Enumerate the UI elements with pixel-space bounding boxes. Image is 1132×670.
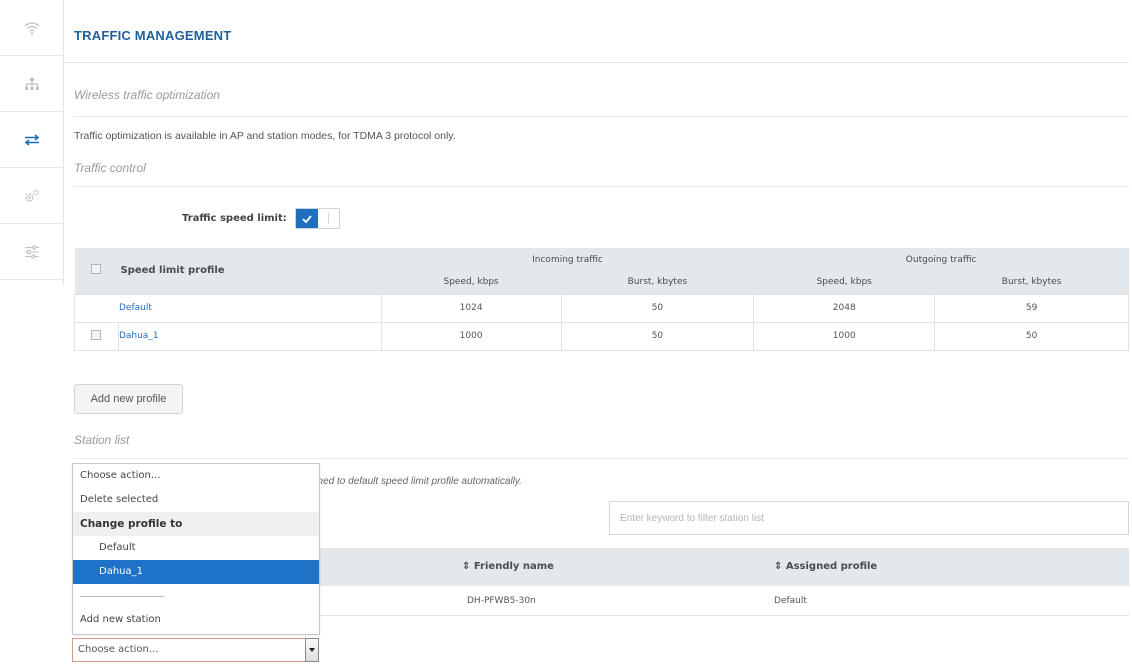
col-incoming-burst: Burst, kbytes bbox=[561, 271, 754, 294]
option-separator bbox=[73, 584, 319, 608]
station-filter-input[interactable] bbox=[609, 501, 1129, 535]
outgoing-speed-cell: 2048 bbox=[753, 293, 936, 323]
option-delete-selected[interactable]: Delete selected bbox=[73, 488, 319, 512]
speed-limit-row: Traffic speed limit: bbox=[182, 208, 340, 229]
col-incoming-speed: Speed, kbps bbox=[381, 271, 562, 294]
col-speed-limit-profile: Speed limit profile bbox=[118, 248, 382, 294]
table-row: Dahua_1 1000 50 1000 50 bbox=[74, 321, 1129, 351]
section-divider bbox=[74, 186, 1129, 187]
profile-name-link[interactable]: Dahua_1 bbox=[117, 321, 382, 351]
option-profile-default[interactable]: Default bbox=[73, 536, 319, 560]
sliders-icon bbox=[24, 245, 39, 258]
wifi-icon bbox=[24, 21, 39, 34]
action-select[interactable]: Choose action... bbox=[72, 638, 306, 662]
select-arrow-button[interactable] bbox=[305, 638, 319, 662]
sidebar-item-traffic[interactable] bbox=[0, 112, 63, 168]
sidebar-item-settings[interactable] bbox=[0, 168, 63, 224]
col-friendly-name[interactable]: ⇕ Friendly name bbox=[462, 561, 554, 572]
add-new-profile-button[interactable]: Add new profile bbox=[74, 384, 183, 414]
station-assigned-profile: Default bbox=[774, 596, 807, 606]
icon-sidebar bbox=[0, 0, 64, 285]
row-checkbox-cell bbox=[74, 321, 119, 351]
station-friendly-name: DH-PFWB5-30n bbox=[467, 596, 536, 606]
check-icon bbox=[302, 214, 312, 223]
profile-name-link[interactable]: Default bbox=[74, 293, 382, 323]
col-outgoing-traffic: Outgoing traffic bbox=[753, 248, 1129, 271]
outgoing-burst-cell: 59 bbox=[934, 293, 1129, 323]
action-dropdown-list: Choose action... Delete selected Change … bbox=[72, 463, 320, 635]
option-choose-action[interactable]: Choose action... bbox=[73, 464, 319, 488]
sidebar-item-topology[interactable] bbox=[0, 56, 63, 112]
settings-gears-icon bbox=[24, 189, 39, 202]
incoming-speed-cell: 1000 bbox=[380, 321, 562, 351]
title-divider bbox=[64, 62, 1129, 63]
outgoing-speed-cell: 1000 bbox=[753, 321, 936, 351]
col-incoming-traffic: Incoming traffic bbox=[381, 248, 754, 271]
section-traffic-control-heading: Traffic control bbox=[74, 161, 146, 175]
col-outgoing-speed: Speed, kbps bbox=[753, 271, 935, 294]
page-title: TRAFFIC MANAGEMENT bbox=[74, 28, 232, 43]
info-text: Traffic optimization is available in AP … bbox=[74, 130, 456, 142]
select-all-cell bbox=[74, 248, 119, 294]
section-divider bbox=[74, 116, 1129, 117]
incoming-speed-cell: 1024 bbox=[380, 293, 562, 323]
select-all-checkbox[interactable] bbox=[91, 264, 102, 275]
outgoing-burst-cell: 50 bbox=[934, 321, 1129, 351]
chevron-down-icon bbox=[309, 648, 315, 652]
traffic-arrows-icon bbox=[24, 133, 39, 146]
section-divider bbox=[74, 458, 1129, 459]
toggle-on-state bbox=[295, 209, 318, 228]
col-assigned-profile[interactable]: ⇕ Assigned profile bbox=[774, 561, 877, 572]
topology-icon bbox=[24, 77, 39, 90]
speed-profiles-table: Speed limit profile Incoming traffic Out… bbox=[74, 248, 1129, 351]
option-add-new-station[interactable]: Add new station bbox=[73, 608, 319, 632]
speed-limit-label: Traffic speed limit: bbox=[182, 213, 287, 224]
section-station-list-heading: Station list bbox=[74, 433, 130, 447]
speed-limit-toggle[interactable] bbox=[294, 208, 340, 229]
sidebar-item-wireless[interactable] bbox=[0, 0, 63, 56]
row-checkbox[interactable] bbox=[91, 329, 102, 340]
toggle-off-state bbox=[318, 209, 339, 228]
option-group-change-profile: Change profile to bbox=[73, 512, 319, 536]
section-wireless-heading: Wireless traffic optimization bbox=[74, 88, 220, 102]
col-outgoing-burst: Burst, kbytes bbox=[934, 271, 1129, 294]
incoming-burst-cell: 50 bbox=[560, 293, 755, 323]
option-profile-dahua-1[interactable]: Dahua_1 bbox=[73, 560, 319, 584]
table-row: Default 1024 50 2048 59 bbox=[74, 293, 1129, 323]
station-info-text: gned to default speed limit profile auto… bbox=[312, 476, 522, 487]
sidebar-item-tuning[interactable] bbox=[0, 224, 63, 280]
incoming-burst-cell: 50 bbox=[560, 321, 755, 351]
